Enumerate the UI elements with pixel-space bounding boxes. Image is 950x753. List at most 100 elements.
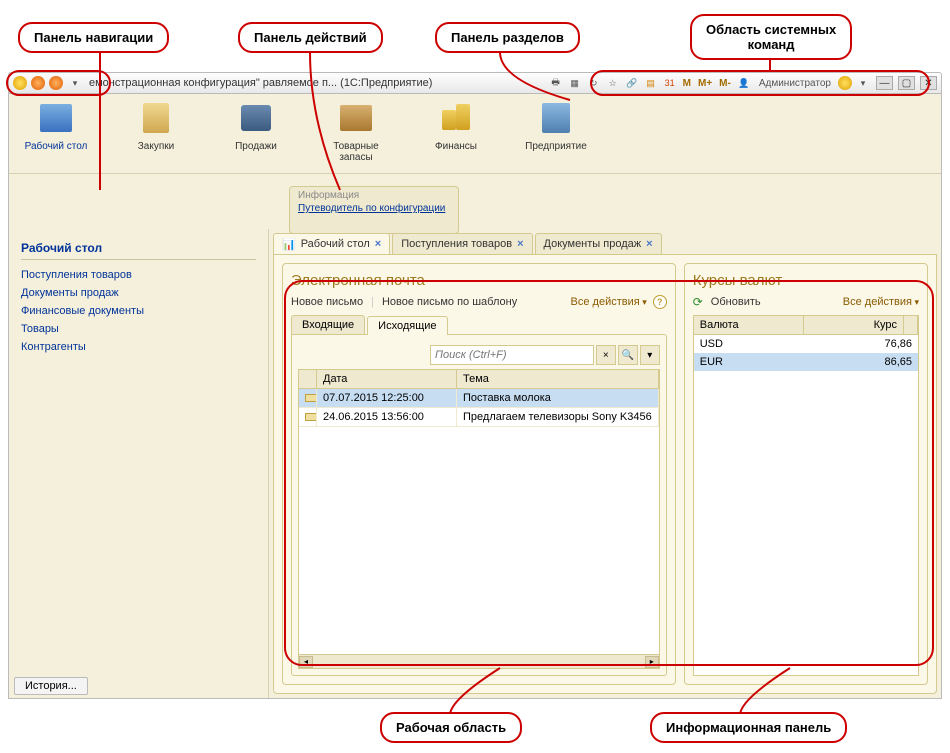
- cell-subject: Предлагаем телевизоры Sony K3456: [457, 408, 659, 426]
- nav-fwd-icon[interactable]: [49, 76, 63, 90]
- history-button[interactable]: История...: [14, 677, 88, 695]
- refresh-button[interactable]: Обновить: [711, 296, 761, 308]
- section-desktop[interactable]: Рабочий стол: [17, 98, 95, 152]
- section-inventory[interactable]: Товарные запасы: [317, 98, 395, 163]
- info-icon[interactable]: [838, 76, 852, 90]
- nav-link-fin-docs[interactable]: Финансовые документы: [21, 302, 256, 320]
- tab-close-icon[interactable]: ×: [375, 238, 381, 250]
- user-label: Администратор: [759, 78, 831, 89]
- cell-subject: Поставка молока: [457, 389, 659, 407]
- cell-currency: USD: [694, 335, 804, 353]
- subtab-inbox[interactable]: Входящие: [291, 315, 365, 334]
- currency-row[interactable]: EUR 86,65: [694, 353, 918, 371]
- cell-date: 07.07.2015 12:25:00: [317, 389, 457, 407]
- mem-mminus[interactable]: M-: [717, 78, 733, 89]
- navigation-panel: Рабочий стол Поступления товаров Докумен…: [9, 229, 269, 698]
- cell-rate: 76,86: [804, 335, 918, 353]
- col-date[interactable]: Дата: [317, 370, 457, 388]
- print-icon[interactable]: 🖶: [548, 76, 564, 90]
- nav-link-sales-docs[interactable]: Документы продаж: [21, 284, 256, 302]
- titlebar: ▾ емонстрационная конфигурация" равляемо…: [8, 72, 942, 94]
- section-purchases[interactable]: Закупки: [117, 98, 195, 152]
- tab-close-icon[interactable]: ×: [517, 238, 523, 250]
- section-label: Финансы: [435, 141, 477, 152]
- tab-label: Поступления товаров: [401, 238, 512, 250]
- cell-currency: EUR: [694, 353, 804, 371]
- scrollbar-horizontal[interactable]: ◂ ▸: [299, 654, 659, 668]
- dropdown-icon[interactable]: ▾: [67, 76, 83, 90]
- desktop-icon: [40, 104, 72, 132]
- bag-icon: [143, 103, 169, 133]
- email-panel: Электронная почта Новое письмо | Новое п…: [282, 263, 676, 685]
- callout-infopanel: Информационная панель: [650, 712, 847, 743]
- callout-sections: Панель разделов: [435, 22, 580, 53]
- info-title: Информация: [298, 190, 450, 201]
- sections-panel: Рабочий стол Закупки Продажи Товарные за…: [9, 94, 941, 174]
- nav-link-counterparties[interactable]: Контрагенты: [21, 338, 256, 356]
- fav-icon[interactable]: ☆: [605, 76, 621, 90]
- link-icon[interactable]: 🔗: [624, 76, 640, 90]
- tab-close-icon[interactable]: ×: [646, 238, 652, 250]
- close-button[interactable]: ✕: [920, 76, 937, 90]
- section-label: Закупки: [138, 141, 174, 152]
- search-input[interactable]: [430, 345, 594, 365]
- maximize-button[interactable]: ▢: [898, 76, 915, 90]
- callout-syscmd: Область системных команд: [690, 14, 852, 60]
- cell-rate: 86,65: [804, 353, 918, 371]
- main-window: Рабочий стол Закупки Продажи Товарные за…: [8, 94, 942, 699]
- tools-icon[interactable]: ▦: [567, 76, 583, 90]
- section-label: Рабочий стол: [25, 141, 88, 152]
- currency-row[interactable]: USD 76,86: [694, 335, 918, 353]
- scrollbar-vertical[interactable]: [904, 316, 918, 334]
- tab-arrivals[interactable]: Поступления товаров ×: [392, 233, 532, 254]
- calc-icon[interactable]: ▤: [643, 76, 659, 90]
- mem-mplus[interactable]: M+: [696, 78, 714, 89]
- menu-dropdown-icon[interactable]: ▾: [855, 76, 871, 90]
- col-currency[interactable]: Валюта: [694, 316, 804, 334]
- coins-icon: [440, 104, 472, 132]
- search-icon[interactable]: 🔍: [618, 345, 638, 365]
- col-subject[interactable]: Тема: [457, 370, 659, 388]
- app-icon: [13, 76, 27, 90]
- tabs-row: 📊 Рабочий стол × Поступления товаров × Д…: [273, 233, 937, 255]
- refresh-icon[interactable]: ⟳: [693, 295, 703, 309]
- search-row: × 🔍 ▾: [298, 345, 660, 365]
- section-sales[interactable]: Продажи: [217, 98, 295, 152]
- new-mail-button[interactable]: Новое письмо: [291, 296, 363, 308]
- callout-workarea: Рабочая область: [380, 712, 522, 743]
- col-rate[interactable]: Курс: [804, 316, 904, 334]
- section-enterprise[interactable]: Предприятие: [517, 98, 595, 152]
- mem-m[interactable]: M: [681, 78, 693, 89]
- search-options-icon[interactable]: ▾: [640, 345, 660, 365]
- tab-desktop[interactable]: 📊 Рабочий стол ×: [273, 233, 390, 254]
- info-link[interactable]: Путеводитель по конфигурации: [298, 203, 450, 214]
- currency-panel: Курсы валют ⟳ Обновить Все действия Валю…: [684, 263, 928, 685]
- nav-link-arrivals[interactable]: Поступления товаров: [21, 266, 256, 284]
- tab-sales-docs[interactable]: Документы продаж ×: [535, 233, 662, 254]
- section-finance[interactable]: Финансы: [417, 98, 495, 152]
- email-row[interactable]: 07.07.2015 12:25:00 Поставка молока: [299, 389, 659, 408]
- building-icon: [542, 103, 570, 133]
- history-icon[interactable]: ↻: [586, 76, 602, 90]
- calendar-icon[interactable]: 31: [662, 76, 678, 90]
- currency-grid: Валюта Курс USD 76,86 EUR 86,65: [693, 315, 919, 676]
- help-icon[interactable]: ?: [653, 295, 667, 309]
- scroll-left-icon[interactable]: ◂: [299, 656, 313, 668]
- envelope-icon: [305, 394, 317, 402]
- info-panel: Информация Путеводитель по конфигурации: [289, 186, 459, 234]
- callout-actions: Панель действий: [238, 22, 383, 53]
- tab-label: Рабочий стол: [301, 238, 370, 250]
- email-row[interactable]: 24.06.2015 13:56:00 Предлагаем телевизор…: [299, 408, 659, 427]
- nav-back-icon[interactable]: [31, 76, 45, 90]
- currency-toolbar: ⟳ Обновить Все действия: [693, 295, 919, 309]
- subtab-outbox[interactable]: Исходящие: [367, 316, 447, 335]
- cell-date: 24.06.2015 13:56:00: [317, 408, 457, 426]
- user-icon: 👤: [736, 76, 752, 90]
- all-actions-dropdown[interactable]: Все действия: [843, 296, 919, 308]
- minimize-button[interactable]: —: [876, 76, 893, 90]
- clear-search-icon[interactable]: ×: [596, 345, 616, 365]
- all-actions-dropdown[interactable]: Все действия: [571, 296, 647, 308]
- scroll-right-icon[interactable]: ▸: [645, 656, 659, 668]
- new-mail-template-button[interactable]: Новое письмо по шаблону: [382, 296, 517, 308]
- nav-link-goods[interactable]: Товары: [21, 320, 256, 338]
